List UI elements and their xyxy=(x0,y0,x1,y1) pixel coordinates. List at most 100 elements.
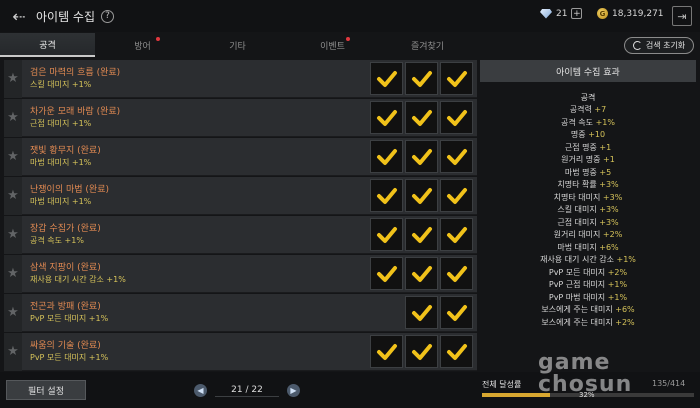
collection-name: 잿빛 황무지 xyxy=(30,145,75,156)
check-icon xyxy=(446,109,467,126)
collection-row[interactable]: ★ 싸움의 기술 (완료) PvP 모든 대미지 +1% xyxy=(4,332,477,371)
collection-effect: PvP 모든 대미지 +1% xyxy=(30,352,109,362)
collection-row[interactable]: ★ 삼색 지팡이 (완료) 재사용 대기 시간 감소 +1% xyxy=(4,254,477,293)
add-gem-button[interactable]: + xyxy=(571,8,583,19)
collection-text: 삼색 지팡이 (완료) 재사용 대기 시간 감소 +1% xyxy=(30,262,370,286)
item-slot[interactable] xyxy=(405,179,438,212)
notification-dot xyxy=(346,37,350,41)
stat-label: 마법 명중 xyxy=(564,167,597,177)
effect-stat: 보스에게 주는 대미지 +2% xyxy=(480,317,696,330)
tab-1[interactable]: 방어 xyxy=(95,33,190,57)
item-slot[interactable] xyxy=(405,335,438,368)
collection-row[interactable]: ★ 검은 마력의 흐름 (완료) 스킬 대미지 +1% xyxy=(4,59,477,98)
collection-name: 차가운 모래 바람 xyxy=(30,106,94,117)
item-slot[interactable] xyxy=(440,257,473,290)
filter-settings-button[interactable]: 필터 설정 xyxy=(6,380,86,400)
prev-page-icon[interactable]: ◀ xyxy=(194,384,207,397)
item-slot[interactable] xyxy=(440,218,473,251)
reset-search-button[interactable]: 검색 초기화 xyxy=(624,37,694,54)
collection-row[interactable]: ★ 잿빛 황무지 (완료) 마법 대미지 +1% xyxy=(4,137,477,176)
item-slot[interactable] xyxy=(405,257,438,290)
item-slot[interactable] xyxy=(440,101,473,134)
item-slot[interactable] xyxy=(440,140,473,173)
check-icon xyxy=(446,343,467,360)
item-slot[interactable] xyxy=(405,218,438,251)
item-slot[interactable] xyxy=(370,140,403,173)
collection-text: 싸움의 기술 (완료) PvP 모든 대미지 +1% xyxy=(30,340,370,364)
stat-label: 원거리 명중 xyxy=(561,155,601,164)
stat-label: 공격력 xyxy=(569,105,592,114)
favorite-star-icon[interactable]: ★ xyxy=(4,293,22,332)
diamond-icon xyxy=(540,8,552,19)
collection-row[interactable]: ★ 난쟁이의 마법 (완료) 마법 대미지 +1% xyxy=(4,176,477,215)
item-slots xyxy=(370,140,473,173)
item-slot[interactable] xyxy=(405,101,438,134)
stat-value: +1% xyxy=(607,292,628,302)
check-icon xyxy=(376,70,397,87)
page-indicator: 21 / 22 xyxy=(215,384,279,397)
back-arrow-icon[interactable]: ⇠ xyxy=(6,3,32,29)
collection-name-line: 싸움의 기술 (완료) xyxy=(30,340,370,352)
top-bar: ⇠ 아이템 수집 ? 21 + G 18,319,271 ⇥ xyxy=(0,0,700,32)
favorite-star-icon[interactable]: ★ xyxy=(4,254,22,293)
overall-rate-count: 135/414 xyxy=(652,379,686,388)
effect-stat: 명중 +10 xyxy=(480,129,696,142)
collection-name: 난쟁이의 마법 xyxy=(30,184,83,195)
tab-2[interactable]: 기타 xyxy=(190,33,285,57)
check-icon xyxy=(411,187,432,204)
item-slot[interactable] xyxy=(440,296,473,329)
item-slot[interactable] xyxy=(440,62,473,95)
next-page-icon[interactable]: ▶ xyxy=(287,384,300,397)
item-slot[interactable] xyxy=(370,62,403,95)
item-slot[interactable] xyxy=(370,335,403,368)
favorite-star-icon[interactable]: ★ xyxy=(4,215,22,254)
item-slot[interactable] xyxy=(405,62,438,95)
effect-stat: 원거리 대미지 +2% xyxy=(480,229,696,242)
exit-icon[interactable]: ⇥ xyxy=(672,6,692,26)
effect-stat: PvP 근접 대미지 +1% xyxy=(480,279,696,292)
check-icon xyxy=(411,304,432,321)
item-slot[interactable] xyxy=(440,179,473,212)
collection-text: 검은 마력의 흐름 (완료) 스킬 대미지 +1% xyxy=(30,67,370,91)
check-icon xyxy=(411,226,432,243)
favorite-star-icon[interactable]: ★ xyxy=(4,176,22,215)
collection-effect: 재사용 대기 시간 감소 +1% xyxy=(30,274,126,284)
collection-name: 싸움의 기술 xyxy=(30,340,75,351)
item-slots xyxy=(370,257,473,290)
collection-text: 장갑 수집가 (완료) 공격 속도 +1% xyxy=(30,223,370,247)
check-icon xyxy=(376,148,397,165)
favorite-star-icon[interactable]: ★ xyxy=(4,59,22,98)
favorite-star-icon[interactable]: ★ xyxy=(4,98,22,137)
collection-name: 장갑 수집가 xyxy=(30,223,75,234)
effect-stat: 공격력 +7 xyxy=(480,104,696,117)
item-slots xyxy=(370,218,473,251)
check-icon xyxy=(376,187,397,204)
check-icon xyxy=(376,226,397,243)
collection-effect: 마법 대미지 +1% xyxy=(30,196,92,206)
collection-row[interactable]: ★ 차가운 모래 바람 (완료) 근접 대미지 +1% xyxy=(4,98,477,137)
item-slot[interactable] xyxy=(405,140,438,173)
help-icon[interactable]: ? xyxy=(101,9,115,23)
effect-stat: 치명타 확률 +3% xyxy=(480,179,696,192)
tab-3[interactable]: 이벤트 xyxy=(285,33,380,57)
collection-row[interactable]: ★ 장갑 수집가 (완료) 공격 속도 +1% xyxy=(4,215,477,254)
check-icon xyxy=(446,148,467,165)
item-slot[interactable] xyxy=(370,179,403,212)
favorite-star-icon[interactable]: ★ xyxy=(4,332,22,371)
item-slot[interactable] xyxy=(370,101,403,134)
tab-4[interactable]: 즐겨찾기 xyxy=(380,33,475,57)
stat-value: +3% xyxy=(602,192,623,202)
item-slot[interactable] xyxy=(405,296,438,329)
pagination: ◀ 21 / 22 ▶ xyxy=(194,384,300,397)
item-slot[interactable] xyxy=(370,218,403,251)
tab-0[interactable]: 공격 xyxy=(0,33,95,57)
item-slot[interactable] xyxy=(370,257,403,290)
item-slot[interactable] xyxy=(440,335,473,368)
category-tabs: 공격 방어 기타 이벤트 즐겨찾기 xyxy=(0,33,475,57)
page-title: 아이템 수집 xyxy=(36,9,96,24)
favorite-star-icon[interactable]: ★ xyxy=(4,137,22,176)
overall-rate-label: 전체 달성률 xyxy=(482,380,522,389)
check-icon xyxy=(411,265,432,282)
stat-label: 보스에게 주는 대미지 xyxy=(541,317,613,327)
collection-row[interactable]: ★ 전곤과 방패 (완료) PvP 모든 대미지 +1% xyxy=(4,293,477,332)
